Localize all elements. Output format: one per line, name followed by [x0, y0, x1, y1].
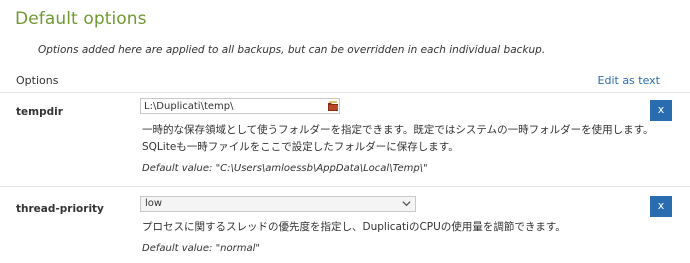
divider	[0, 186, 690, 187]
options-heading: Options	[16, 74, 59, 87]
intro-text: Options added here are applied to all ba…	[38, 44, 546, 56]
option-name-tempdir: tempdir	[16, 106, 63, 118]
edit-as-text-link[interactable]: Edit as text	[598, 74, 660, 87]
thread-priority-default-value: Default value: "normal"	[142, 243, 260, 254]
tempdir-description-line: SQLiteも一時ファイルをここで設定したフォルダーに保存します。	[142, 141, 459, 153]
thread-priority-select[interactable]: low	[140, 196, 416, 212]
thread-priority-selected-value: low	[145, 198, 163, 209]
divider	[0, 92, 690, 93]
remove-tempdir-button[interactable]: x	[650, 100, 672, 121]
option-name-thread-priority: thread-priority	[16, 203, 104, 215]
remove-thread-priority-button[interactable]: x	[650, 196, 672, 217]
folder-browse-icon[interactable]	[327, 100, 339, 112]
thread-priority-description: プロセスに関するスレッドの優先度を指定し、DuplicatiのCPUの使用量を調…	[142, 219, 566, 236]
chevron-down-icon	[402, 201, 411, 207]
tempdir-input[interactable]	[140, 98, 340, 114]
tempdir-default-value: Default value: "C:\Users\amloessb\AppDat…	[142, 163, 428, 174]
tempdir-description-line: 一時的な保存領域として使うフォルダーを指定できます。既定ではシステムの一時フォル…	[142, 124, 654, 136]
page-title: Default options	[15, 9, 147, 29]
tempdir-description: 一時的な保存領域として使うフォルダーを指定できます。既定ではシステムの一時フォル…	[142, 122, 654, 156]
thread-priority-description-line: プロセスに関するスレッドの優先度を指定し、DuplicatiのCPUの使用量を調…	[142, 221, 566, 233]
